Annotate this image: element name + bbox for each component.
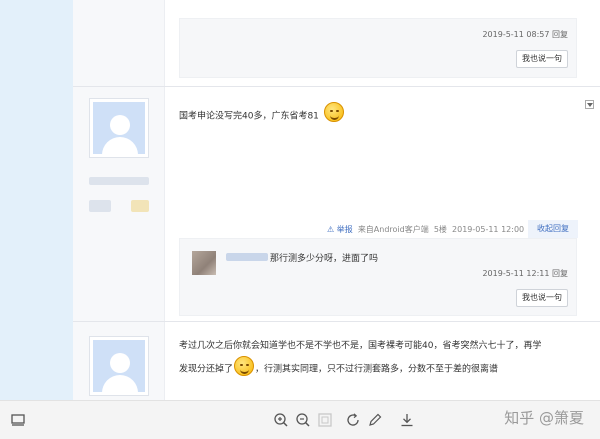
forum-thread: 2019-5-11 08:57 回复 我也说一句 国考申论没写完40多，广东省考… — [73, 0, 600, 400]
collapse-replies-button[interactable]: 收起回复 — [528, 220, 578, 238]
viewer-toolbar: 知乎 @箫夏 — [0, 400, 600, 439]
post-datetime: 2019-05-11 12:00 — [452, 225, 525, 234]
monitor-icon[interactable] — [10, 412, 26, 428]
reply-box: 2019-5-11 08:57 回复 我也说一句 — [179, 18, 577, 78]
smiley-emoji-icon — [323, 102, 344, 122]
menu-arrow-icon[interactable] — [585, 100, 594, 109]
post-author-sidebar — [73, 322, 165, 400]
reply-text: 那行测多少分呀，进面了吗 — [270, 254, 379, 264]
post-floor-5: 国考申论没写完40多，广东省考81 ⚠ 举报 来自Android客户端 5楼 2… — [73, 87, 600, 322]
floor-number: 5楼 — [433, 225, 447, 234]
post-previous: 2019-5-11 08:57 回复 我也说一句 — [73, 0, 600, 87]
reply-link[interactable]: 回复 — [552, 30, 568, 39]
post-author-sidebar — [73, 0, 165, 86]
thinking-emoji-icon — [234, 356, 255, 376]
say-something-button[interactable]: 我也说一句 — [516, 289, 568, 307]
level-badge — [131, 200, 149, 212]
avatar[interactable] — [89, 336, 149, 396]
left-panel — [0, 0, 73, 400]
zoom-in-icon[interactable] — [273, 412, 289, 428]
source-label: 来自Android客户端 — [357, 225, 429, 234]
post-text-line2-start: 发现分还掉了 — [179, 364, 234, 375]
fit-icon[interactable] — [317, 412, 333, 428]
zoom-out-icon[interactable] — [295, 412, 311, 428]
post-text-line1: 考过几次之后你就会知道学也不是不学也不是，国考裸考可能40，省考突然六七十了，再… — [179, 341, 542, 351]
post-text-line2-end: ，行测其实同理，只不过行测套路多，分数不至于差的很离谱 — [255, 364, 499, 375]
edit-icon[interactable] — [367, 412, 383, 428]
rotate-icon[interactable] — [345, 412, 361, 428]
reply-date: 2019-5-11 12:11 — [482, 269, 550, 278]
reply-avatar[interactable] — [192, 251, 216, 275]
username-blurred — [89, 177, 149, 185]
reply-link[interactable]: 回复 — [552, 269, 568, 278]
zhihu-watermark: 知乎 @箫夏 — [504, 409, 584, 427]
reply-box: 那行测多少分呀，进面了吗 2019-5-11 12:11 回复 我也说一句 — [179, 238, 577, 316]
reply-username-blurred[interactable] — [226, 253, 268, 261]
post-author-sidebar — [73, 87, 165, 321]
say-something-button[interactable]: 我也说一句 — [516, 50, 568, 68]
reply-date: 2019-5-11 08:57 — [482, 30, 550, 39]
avatar[interactable] — [89, 98, 149, 158]
post-text: 国考申论没写完40多，广东省考81 — [179, 111, 319, 122]
badge-blurred — [89, 200, 111, 212]
download-icon[interactable] — [399, 412, 415, 428]
report-link[interactable]: ⚠ 举报 — [327, 225, 353, 234]
post-next: 考过几次之后你就会知道学也不是不学也不是，国考裸考可能40，省考突然六七十了，再… — [73, 322, 600, 400]
